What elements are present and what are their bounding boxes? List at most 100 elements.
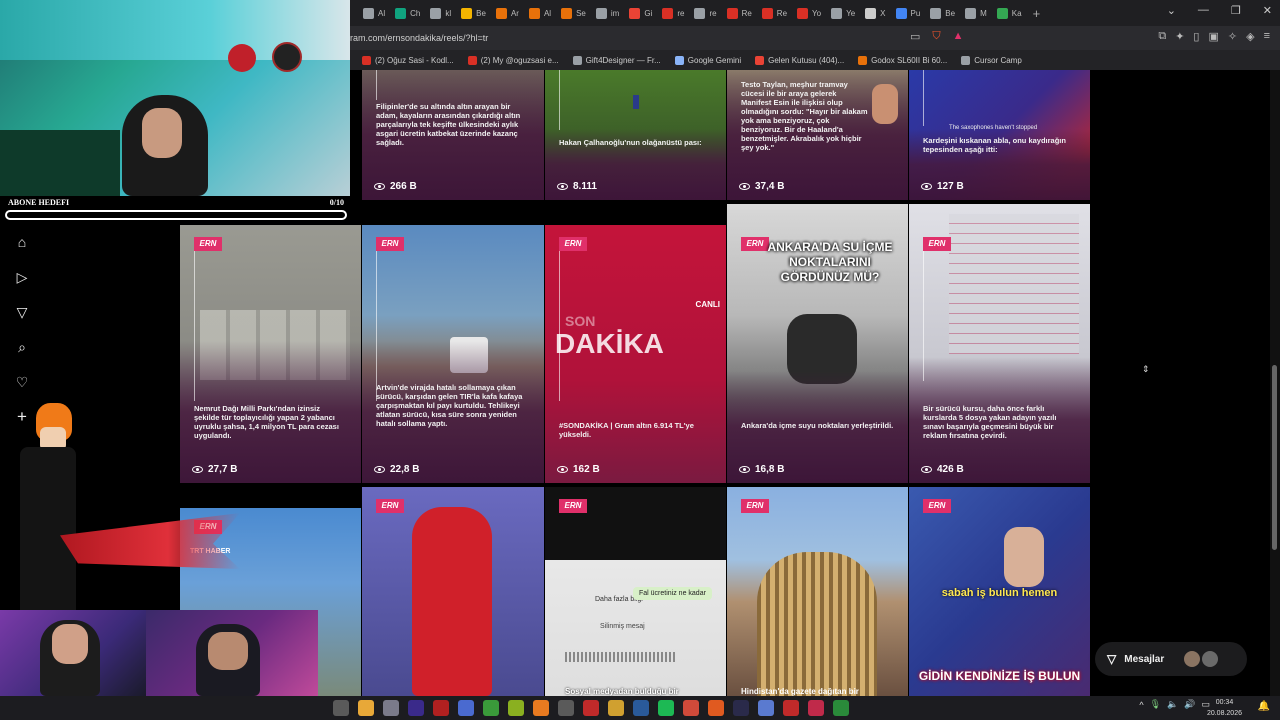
spotify-icon[interactable] — [658, 700, 674, 716]
reel-card[interactable]: ERN Artvin'de virajda hatalı sollamaya ç… — [362, 225, 544, 483]
browser-tab[interactable]: kl — [425, 3, 456, 23]
reel-card[interactable]: ERN — [362, 487, 544, 696]
browser-tab[interactable]: Re — [722, 3, 757, 23]
game-icon[interactable] — [508, 700, 524, 716]
chevron-up-icon[interactable]: ^ — [1139, 700, 1143, 710]
browser-tab[interactable]: re — [657, 3, 689, 23]
tab-label: im — [610, 8, 620, 18]
folder-icon[interactable] — [608, 700, 624, 716]
speaker-icon[interactable]: 🔈 — [1167, 699, 1178, 710]
reel-card[interactable]: ERN sabah iş bulun hemen GİDİN KENDİNİZE… — [909, 487, 1090, 696]
record-icon[interactable] — [583, 700, 599, 716]
spider-sign — [272, 42, 302, 72]
reel-card[interactable]: Hakan Çalhanoğlu'nun olağanüstü pası: 8.… — [545, 70, 726, 200]
bookmark-item[interactable]: Gift4Designer — Fr... — [572, 55, 661, 65]
file-explorer-icon[interactable] — [333, 700, 349, 716]
browser-tab[interactable]: Ka — [992, 3, 1027, 23]
reel-card[interactable]: The saxophones haven't stopped Kardeşini… — [909, 70, 1090, 200]
explore-icon[interactable]: ▽ — [13, 303, 31, 321]
ai-icon[interactable]: ✧ — [1228, 30, 1237, 43]
bookmark-item[interactable]: Godox SL60II Bi 60... — [858, 55, 947, 65]
tab-favicon-icon — [865, 7, 877, 19]
reel-card[interactable]: ERN Daha fazla bilgi Fal ücretiniz ne ka… — [545, 487, 726, 696]
browser-tab[interactable]: Ch — [390, 3, 425, 23]
youtube-icon[interactable] — [783, 700, 799, 716]
brave-shield-icon[interactable]: ⛉ — [932, 30, 940, 43]
send-icon: ▽ — [1107, 652, 1117, 666]
volume-icon[interactable]: 🔊 — [1184, 699, 1195, 710]
discord-icon[interactable] — [758, 700, 774, 716]
cast-icon[interactable]: ▭ — [910, 30, 920, 43]
maximize-icon[interactable]: ❐ — [1231, 4, 1241, 17]
browser-tab[interactable]: Be — [925, 3, 960, 23]
taskbar-clock[interactable]: 00:34 20.08.2026 — [1207, 697, 1242, 719]
browser-tab[interactable]: Se — [556, 3, 591, 23]
extensions-icon[interactable]: ⧉ — [1158, 30, 1166, 43]
premiere-icon[interactable] — [408, 700, 424, 716]
chevron-down-icon[interactable]: ⌄ — [1167, 4, 1176, 17]
browser-tab[interactable]: Yo — [792, 3, 826, 23]
sidebar-icon[interactable]: ▯ — [1193, 30, 1199, 43]
bookmark-item[interactable]: Google Gemini — [674, 55, 741, 65]
reel-card[interactable]: Testo Taylan, meşhur tramvay cücesi ile … — [727, 70, 908, 200]
goal-label: ABONE HEDEFI — [8, 198, 70, 207]
mail-icon[interactable] — [808, 700, 824, 716]
new-tab-button[interactable]: + — [1033, 6, 1041, 21]
notes-icon[interactable] — [358, 700, 374, 716]
search-icon[interactable]: ⌕ — [13, 338, 31, 356]
browser-tab[interactable]: re — [689, 3, 721, 23]
search-app-icon[interactable] — [458, 700, 474, 716]
reel-card[interactable]: ERN Hindistan'da gazete dağıtan bir — [727, 487, 908, 696]
scrollbar-thumb[interactable] — [1272, 365, 1277, 550]
reel-overlay-text: The saxophones haven't stopped — [949, 125, 1038, 131]
browser-tab[interactable]: im — [591, 3, 624, 23]
obs-icon[interactable] — [833, 700, 849, 716]
messages-button[interactable]: ▽ Mesajlar — [1095, 642, 1247, 676]
minimize-icon[interactable]: — — [1198, 4, 1209, 17]
bookmark-item[interactable]: Gelen Kutusu (404)... — [755, 55, 844, 65]
eye-icon — [921, 466, 932, 473]
cloud-icon[interactable] — [533, 700, 549, 716]
eye-icon — [374, 466, 385, 473]
news-app-icon[interactable] — [433, 700, 449, 716]
xbox-icon[interactable] — [483, 700, 499, 716]
microphone-icon[interactable]: 🎙 — [1150, 699, 1161, 710]
vpn-icon[interactable]: ◈ — [1246, 30, 1254, 43]
chrome-icon[interactable] — [683, 700, 699, 716]
browser-tab[interactable]: M — [960, 3, 992, 23]
reel-card[interactable]: Filipinler'de su altında altın arayan bi… — [362, 70, 544, 200]
close-icon[interactable]: ✕ — [1263, 4, 1272, 17]
notifications-icon[interactable]: ♡ — [13, 373, 31, 391]
address-bar[interactable]: ram.com/ernsondakika/reels/?hl=tr ▭ ⛉ ▲ … — [350, 26, 1280, 50]
browser-tab[interactable]: Pu — [891, 3, 926, 23]
calculator-icon[interactable] — [558, 700, 574, 716]
app-icon[interactable] — [383, 700, 399, 716]
url-text[interactable]: ram.com/ernsondakika/reels/?hl=tr — [350, 33, 488, 43]
bookmark-item[interactable]: (2) Oğuz Sasi - Kodl... — [362, 55, 454, 65]
epic-games-icon[interactable] — [733, 700, 749, 716]
steam-icon[interactable] — [633, 700, 649, 716]
browser-tab[interactable]: Be — [456, 3, 491, 23]
bookmark-item[interactable]: Cursor Camp — [961, 55, 1022, 65]
brave-rewards-icon[interactable]: ▲ — [953, 30, 964, 43]
browser-tab[interactable]: Re — [757, 3, 792, 23]
bookmark-item[interactable]: (2) My @oguzsasi e... — [467, 55, 559, 65]
notification-bell-icon[interactable]: 🔔 — [1258, 701, 1270, 712]
view-count: 37,4 B — [739, 181, 784, 192]
brave-icon[interactable] — [708, 700, 724, 716]
reel-card[interactable]: ERN ANKARA'DA SU İÇME NOKTALARINI GÖRDÜN… — [727, 204, 908, 483]
bookmark-label: Cursor Camp — [974, 55, 1022, 65]
browser-tab[interactable]: Ye — [826, 3, 860, 23]
reel-card[interactable]: ERN Bir sürücü kursu, daha önce farklı k… — [909, 204, 1090, 483]
browser-tab[interactable]: Al — [358, 3, 390, 23]
copilot-icon[interactable]: ✦ — [1175, 30, 1184, 43]
browser-tab[interactable]: Al — [524, 3, 556, 23]
menu-icon[interactable]: ≡ — [1264, 30, 1270, 43]
browser-tab[interactable]: X — [860, 3, 890, 23]
browser-tab[interactable]: Ar — [491, 3, 524, 23]
reels-icon[interactable]: ▷ — [13, 268, 31, 286]
browser-tab[interactable]: Gi — [624, 3, 657, 23]
reel-card[interactable]: ERN SON DAKİKA CANLI #SONDAKİKA | Gram a… — [545, 225, 726, 483]
home-icon[interactable]: ⌂ — [13, 233, 31, 251]
wallet-icon[interactable]: ▣ — [1208, 30, 1218, 43]
